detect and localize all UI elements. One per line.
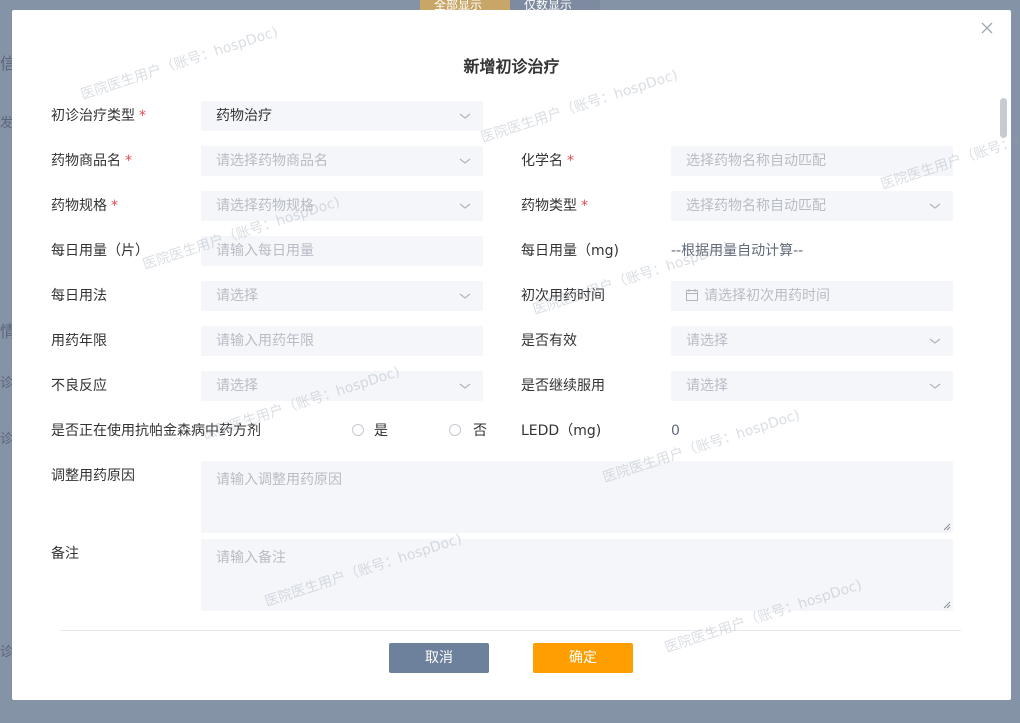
resize-grip-icon[interactable] [943, 523, 951, 531]
years-input[interactable]: 请输入用药年限 [201, 326, 483, 356]
background-tab-partial: 仅数显示 [510, 0, 600, 10]
drug-type-placeholder: 选择药物名称自动匹配 [686, 198, 826, 214]
drug-type-select[interactable]: 选择药物名称自动匹配 [671, 191, 953, 221]
remark-textarea[interactable]: 请输入备注 [201, 539, 953, 611]
form-row: 初诊治疗类型 * 药物治疗 [12, 101, 1011, 131]
continue-select[interactable]: 请选择 [671, 371, 953, 401]
drug-name-label: 药物商品名 * [51, 146, 132, 176]
dialog-title: 新增初诊治疗 [463, 57, 560, 76]
ledd-label: LEDD（mg) [521, 423, 602, 439]
adverse-select[interactable]: 请选择 [201, 371, 483, 401]
daily-dose-mg-value: --根据用量自动计算-- [671, 243, 804, 259]
daily-usage-select[interactable]: 请选择 [201, 281, 483, 311]
remark-label: 备注 [51, 546, 79, 562]
adjust-reason-label: 调整用药原因 [51, 468, 135, 484]
drug-name-placeholder: 请选择药物商品名 [216, 153, 328, 169]
first-time-date-picker[interactable]: 请选择初次用药时间 [671, 281, 953, 311]
drug-name-select[interactable]: 请选择药物商品名 [201, 146, 483, 176]
daily-dose-tablet-placeholder: 请输入每日用量 [216, 243, 314, 259]
footer-divider [60, 630, 961, 631]
form-row: 用药年限 请输入用药年限 是否有效 请选择 [12, 326, 1011, 356]
chemical-name-label: 化学名 * [521, 146, 574, 176]
form-row: 药物商品名 * 请选择药物商品名 化学名 * 选择药物名称自动匹配 [12, 146, 1011, 176]
label-text: 化学名 [521, 153, 563, 169]
required-mark: * [567, 153, 574, 169]
confirm-button[interactable]: 确定 [533, 643, 633, 673]
first-time-placeholder: 请选择初次用药时间 [704, 288, 830, 304]
tcm-label: 是否正在使用抗帕金森病中药方剂 [51, 423, 261, 439]
label-text: 药物规格 [51, 198, 107, 214]
chevron-down-icon [459, 293, 471, 299]
label-text: 药物商品名 [51, 153, 121, 169]
treatment-type-value: 药物治疗 [216, 108, 272, 124]
adverse-label: 不良反应 [51, 378, 107, 394]
adjust-reason-textarea[interactable]: 请输入调整用药原因 [201, 461, 953, 533]
daily-usage-placeholder: 请选择 [216, 288, 258, 304]
continue-label: 是否继续服用 [521, 378, 605, 394]
treatment-type-label: 初诊治疗类型 * [51, 101, 146, 131]
chemical-name-input[interactable]: 选择药物名称自动匹配 [671, 146, 953, 176]
tcm-radio-no[interactable] [449, 424, 461, 436]
chevron-down-icon [459, 203, 471, 209]
required-mark: * [139, 108, 146, 124]
drug-spec-select[interactable]: 请选择药物规格 [201, 191, 483, 221]
tcm-radio-yes[interactable] [352, 424, 364, 436]
adjust-reason-placeholder: 请输入调整用药原因 [216, 472, 342, 488]
cancel-button[interactable]: 取消 [389, 643, 489, 673]
years-label: 用药年限 [51, 333, 107, 349]
chevron-down-icon [929, 338, 941, 344]
drug-type-label: 药物类型 * [521, 191, 588, 221]
daily-dose-mg-label: 每日用量（mg) [521, 243, 619, 259]
background-tabs: 全部显示 仅数显示 [420, 0, 600, 10]
tcm-radio-yes-label[interactable]: 是 [374, 416, 388, 446]
chemical-name-placeholder: 选择药物名称自动匹配 [686, 153, 826, 169]
years-placeholder: 请输入用药年限 [216, 333, 314, 349]
daily-dose-tablet-label: 每日用量（片） [51, 243, 149, 259]
close-icon[interactable] [979, 20, 995, 36]
drug-spec-label: 药物规格 * [51, 191, 118, 221]
resize-grip-icon[interactable] [943, 601, 951, 609]
chevron-down-icon [459, 113, 471, 119]
effective-placeholder: 请选择 [686, 333, 728, 349]
effective-select[interactable]: 请选择 [671, 326, 953, 356]
calendar-icon [686, 289, 698, 301]
tcm-radio-no-label[interactable]: 否 [473, 416, 487, 446]
form-row: 每日用量（片） 请输入每日用量 每日用量（mg) --根据用量自动计算-- [12, 236, 1011, 266]
label-text: 药物类型 [521, 198, 577, 214]
form-row: 药物规格 * 请选择药物规格 药物类型 * 选择药物名称自动匹配 [12, 191, 1011, 221]
ledd-value: 0 [671, 423, 680, 439]
required-mark: * [581, 198, 588, 214]
required-mark: * [111, 198, 118, 214]
form-row: 每日用法 请选择 初次用药时间 请选择初次用药时间 [12, 281, 1011, 311]
remark-placeholder: 请输入备注 [216, 550, 286, 566]
chevron-down-icon [929, 203, 941, 209]
treatment-type-select[interactable]: 药物治疗 [201, 101, 483, 131]
chevron-down-icon [459, 158, 471, 164]
daily-dose-tablet-input[interactable]: 请输入每日用量 [201, 236, 483, 266]
continue-placeholder: 请选择 [686, 378, 728, 394]
adverse-placeholder: 请选择 [216, 378, 258, 394]
effective-label: 是否有效 [521, 333, 577, 349]
add-initial-treatment-dialog: 新增初诊治疗 初诊治疗类型 * 药物治疗 药物商品名 * 请选择药物商品名 化学名 *… [12, 10, 1011, 700]
chevron-down-icon [929, 383, 941, 389]
required-mark: * [125, 153, 132, 169]
daily-usage-label: 每日用法 [51, 288, 107, 304]
background-tab-all: 全部显示 [420, 0, 510, 10]
form-row: 是否正在使用抗帕金森病中药方剂 是 否 LEDD（mg) 0 [12, 416, 1011, 446]
chevron-down-icon [459, 383, 471, 389]
label-text: 初诊治疗类型 [51, 108, 135, 124]
drug-spec-placeholder: 请选择药物规格 [216, 198, 314, 214]
first-time-label: 初次用药时间 [521, 288, 605, 304]
form-row: 不良反应 请选择 是否继续服用 请选择 [12, 371, 1011, 401]
